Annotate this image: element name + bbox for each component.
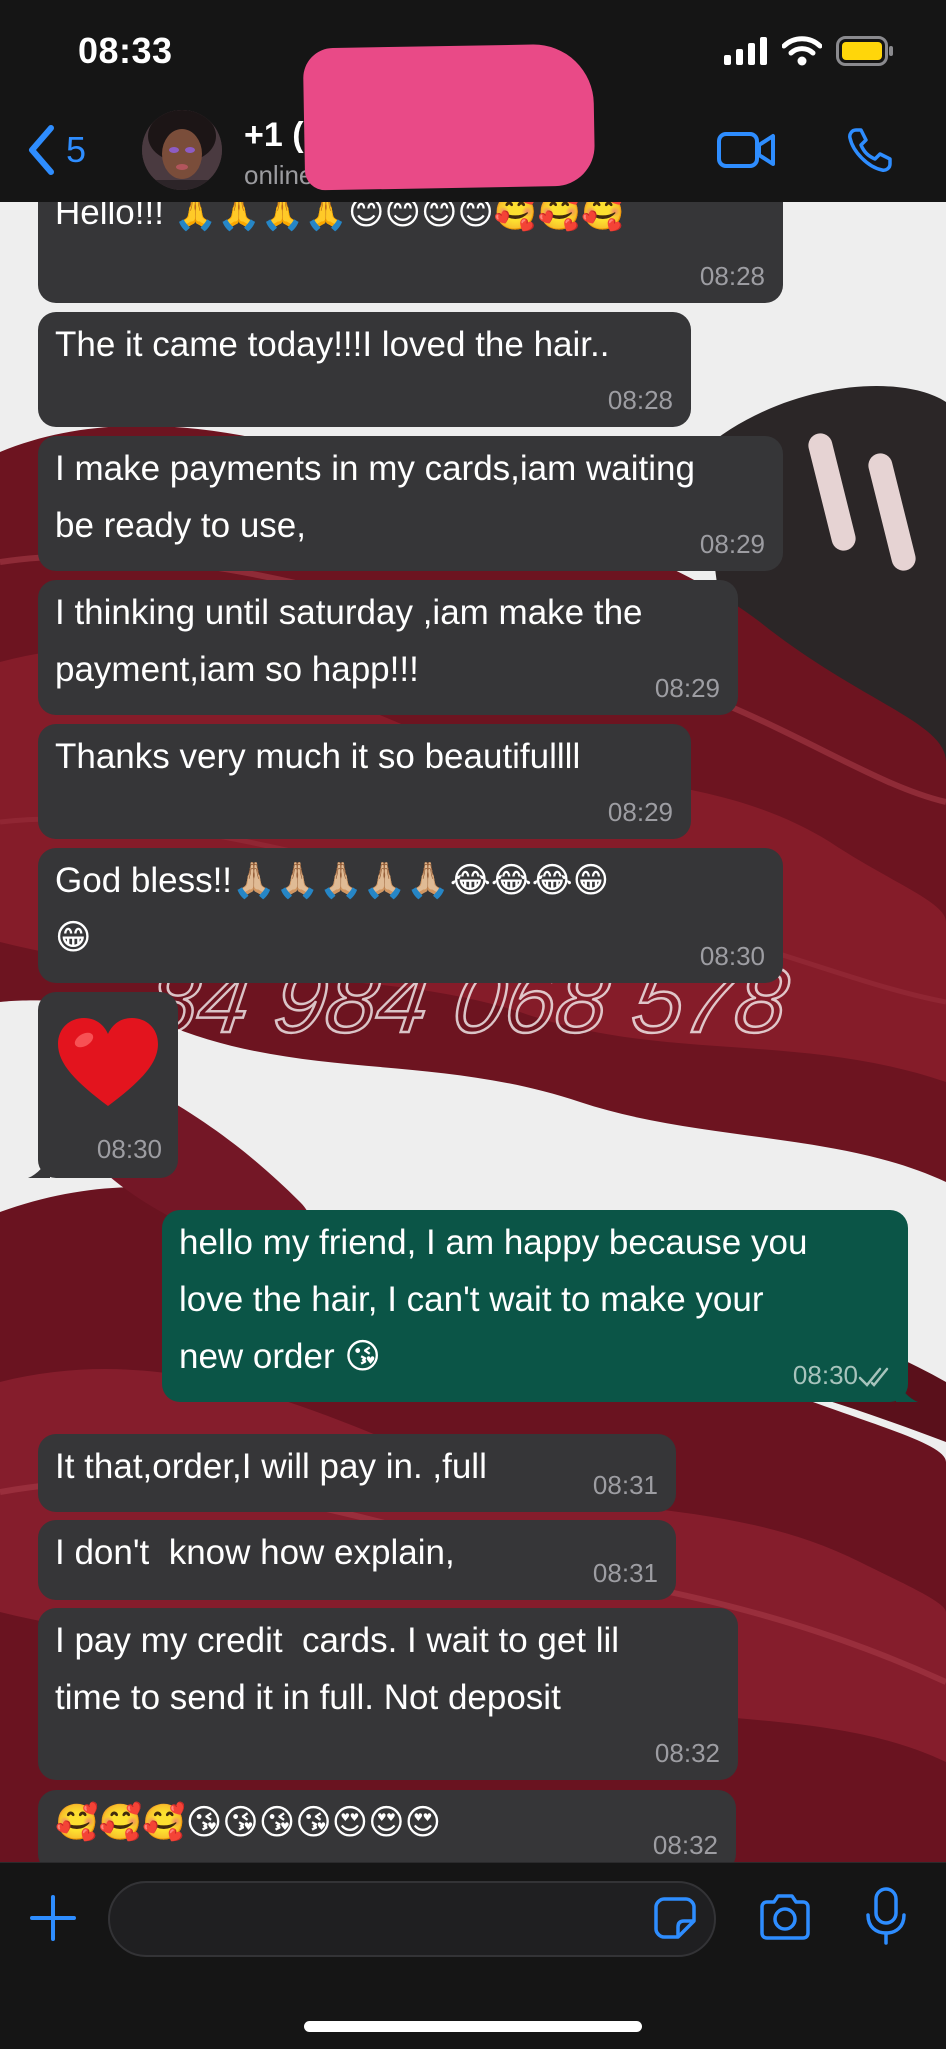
message-time: 08:32 <box>652 1830 718 1860</box>
message-bubble-5[interactable]: Thanks very much it so beautifullll 08:2… <box>38 724 691 839</box>
message-time: 08:29 <box>607 797 673 827</box>
message-time: 08:30 <box>96 1134 162 1164</box>
unread-count: 5 <box>66 129 87 170</box>
message-bubble-7[interactable]: ❤️ 08:30 <box>28 992 178 1178</box>
message-text: 🥰🥰🥰😘😘😘😘😍😍😍 <box>55 1803 442 1842</box>
message-text: The it came today!!!I loved the hair.. <box>55 325 610 364</box>
message-time: 08:28 <box>699 261 765 291</box>
message-bubble-2[interactable]: The it came today!!!I loved the hair.. 0… <box>38 312 691 427</box>
message-bubble-1[interactable]: Hello!!! 🙏🙏🙏🙏😊😊😊😊🥰🥰🥰 08:28 <box>38 202 783 303</box>
message-text: I pay my credit cards. I wait to get lil… <box>55 1621 620 1717</box>
home-indicator[interactable] <box>304 2021 642 2032</box>
message-text: I thinking until saturday ,iam make the … <box>55 593 643 689</box>
header-actions <box>716 126 894 174</box>
message-time: 08:29 <box>699 529 765 559</box>
phone-icon[interactable] <box>846 126 894 174</box>
contact-status: online <box>244 160 314 190</box>
message-time: 08:29 <box>654 673 720 703</box>
avatar-image <box>142 110 222 190</box>
message-text: God bless!!🙏🏼🙏🏼🙏🏼🙏🏼🙏🏼😂😂😂😁 😁 <box>55 861 610 957</box>
sticker-icon[interactable] <box>652 1895 698 1941</box>
message-text: It that,order,I will pay in. ,full <box>55 1447 487 1486</box>
message-time: 08:31 <box>592 1470 658 1500</box>
camera-icon[interactable] <box>758 1893 812 1941</box>
message-text: I don't know how explain, <box>55 1533 455 1572</box>
message-bubble-9[interactable]: It that,order,I will pay in. ,full 08:31 <box>38 1434 676 1512</box>
message-time: 08:30 <box>699 941 765 971</box>
signal-icon <box>724 37 767 65</box>
avatar[interactable] <box>142 110 222 190</box>
redaction-overlay <box>302 43 596 191</box>
microphone-icon[interactable] <box>864 1887 908 1945</box>
message-time: 08:32 <box>654 1738 720 1768</box>
message-time: 08:28 <box>607 385 673 415</box>
battery-icon <box>836 36 893 66</box>
chat-area[interactable]: 84 984 068 578 Hello!!! 🙏🙏🙏🙏😊😊😊😊🥰🥰🥰 08:2… <box>0 202 946 1862</box>
message-text: hello my friend, I am happy because you … <box>179 1223 808 1376</box>
bubble-tail <box>28 1156 50 1178</box>
heart-emoji-icon <box>58 1018 158 1106</box>
message-bubble-11[interactable]: I pay my credit cards. I wait to get lil… <box>38 1608 738 1780</box>
message-time: 08:30 <box>792 1360 858 1390</box>
message-bubble-10[interactable]: I don't know how explain, 08:31 <box>38 1520 676 1600</box>
message-bubble-3[interactable]: I make payments in my cards,iam waiting … <box>38 436 783 571</box>
message-time: 08:31 <box>592 1558 658 1588</box>
back-button[interactable]: 5 <box>26 124 86 176</box>
message-text: I make payments in my cards,iam waiting … <box>55 449 695 545</box>
chevron-left-icon <box>29 125 54 175</box>
message-bubble-12[interactable]: 🥰🥰🥰😘😘😘😘😍😍😍 08:32 <box>38 1790 736 1862</box>
bubble-tail <box>896 1380 918 1402</box>
message-bubble-6[interactable]: God bless!!🙏🏼🙏🏼🙏🏼🙏🏼🙏🏼😂😂😂😁 😁 08:30 <box>38 848 783 983</box>
plus-icon[interactable] <box>28 1893 78 1943</box>
message-input[interactable] <box>108 1881 716 1957</box>
message-text: Hello!!! 🙏🙏🙏🙏😊😊😊😊🥰🥰🥰 <box>55 202 625 232</box>
status-icons <box>724 36 894 66</box>
double-check-icon <box>858 1367 889 1387</box>
message-bubble-4[interactable]: I thinking until saturday ,iam make the … <box>38 580 738 715</box>
composer-bar <box>0 1862 946 2049</box>
video-camera-icon[interactable] <box>716 130 776 170</box>
wifi-icon <box>782 36 822 66</box>
message-bubble-8[interactable]: hello my friend, I am happy because you … <box>162 1210 918 1402</box>
status-time: 08:33 <box>78 30 173 71</box>
message-text: Thanks very much it so beautifullll <box>55 737 581 776</box>
